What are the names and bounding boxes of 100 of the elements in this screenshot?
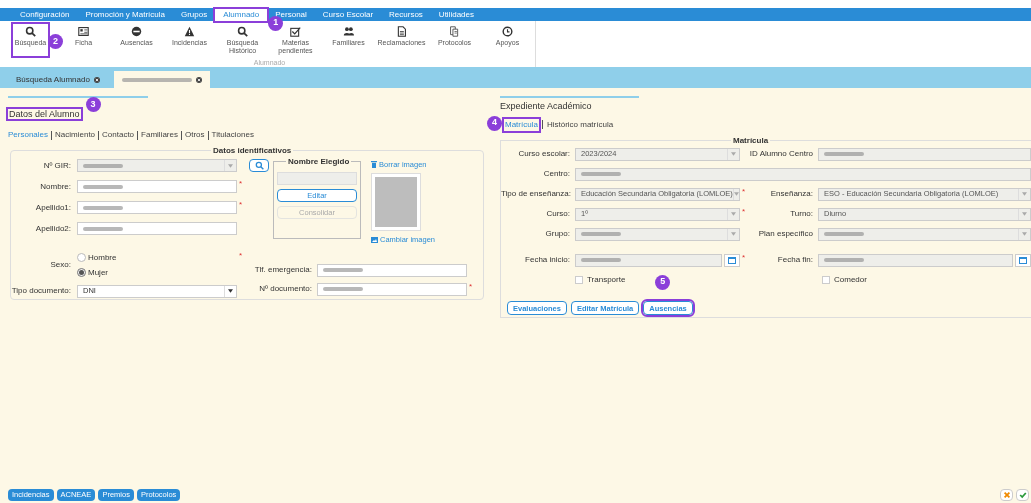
field-label: Enseñanza:: [769, 188, 814, 200]
callout-badge: 4: [487, 115, 502, 131]
search-icon: [25, 26, 36, 37]
checkbox-option[interactable]: Comedor: [822, 273, 867, 286]
sub-tab[interactable]: Contacto: [102, 129, 135, 141]
photo-placeholder: [371, 173, 421, 232]
blurred-value: [824, 232, 864, 236]
dropdown-arrow-icon: [727, 208, 739, 220]
field-label: ID Alumno Centro: [748, 148, 814, 160]
blurred-value: [581, 258, 621, 262]
dropdown-field[interactable]: [575, 227, 740, 241]
dropdown-arrow-icon: [1018, 188, 1030, 200]
dropdown-arrow-icon: [732, 188, 739, 200]
blurred-value: [83, 184, 123, 189]
required-mark: *: [238, 201, 244, 209]
input-field[interactable]: [818, 147, 1031, 161]
sub-tab[interactable]: Familiares: [141, 129, 178, 141]
field-label: Apellido1:: [34, 201, 72, 214]
dropdown-field[interactable]: [818, 227, 1031, 241]
field-label: Curso escolar:: [517, 148, 571, 160]
menu-item[interactable]: Configuración: [12, 8, 78, 21]
input-field[interactable]: [317, 282, 467, 296]
menu-item[interactable]: Curso Escolar: [314, 8, 382, 21]
field-label: Apellido2:: [34, 222, 72, 235]
sub-tab[interactable]: Histórico matrícula: [545, 118, 615, 131]
callout-badge: 5: [655, 274, 671, 290]
blurred-value: [323, 287, 363, 291]
close-icon[interactable]: [93, 76, 100, 83]
calendar-icon: [728, 256, 736, 264]
field-label: Curso:: [545, 208, 571, 220]
trash-icon: [371, 161, 377, 169]
field-label: Nº GIR:: [42, 159, 72, 172]
sub-tab[interactable]: Titulaciones: [211, 129, 254, 141]
search-icon: [237, 26, 248, 37]
blurred-value: [83, 226, 123, 231]
input-field[interactable]: [77, 222, 237, 235]
section-title: Expediente Académico: [500, 100, 593, 113]
callout-badge: 3: [85, 97, 101, 112]
menu-item[interactable]: Grupos: [172, 8, 216, 21]
radio-button[interactable]: [77, 268, 86, 277]
warning-icon: [184, 26, 195, 37]
required-mark: *: [741, 253, 747, 262]
menu-item[interactable]: Alumnado: [215, 8, 268, 21]
menu-item[interactable]: Promoción y Matrícula: [77, 8, 173, 21]
check-icon: [1018, 491, 1027, 499]
blurred-value: [824, 258, 864, 262]
required-mark: *: [741, 207, 747, 216]
checkbox-icon: [290, 26, 301, 37]
close-icon[interactable]: [195, 76, 202, 83]
document-icon: [396, 26, 407, 37]
blurred-value: [323, 268, 363, 272]
dropdown-arrow-icon: [224, 160, 236, 171]
calendar-button[interactable]: [724, 253, 740, 267]
field-label: Turno:: [789, 208, 814, 220]
input-field[interactable]: [77, 180, 237, 193]
no-entry-icon: [131, 26, 142, 37]
id-card-icon: [78, 26, 89, 37]
confirm-button[interactable]: [1016, 489, 1029, 501]
menu-item[interactable]: Utilidades: [430, 8, 482, 21]
section-title: Datos del Alumno: [8, 109, 81, 119]
radio-button[interactable]: [77, 253, 86, 262]
checkbox[interactable]: [575, 275, 583, 284]
field-label: Nº documento:: [258, 283, 313, 295]
field-label: Plan específico: [757, 228, 814, 240]
callout-badge: 2: [48, 34, 63, 49]
input-field[interactable]: [77, 201, 237, 214]
checkbox[interactable]: [822, 275, 830, 284]
date-field[interactable]: [818, 253, 1013, 267]
calendar-button[interactable]: [1015, 253, 1031, 267]
people-icon: [343, 26, 354, 37]
dropdown-arrow-icon: [727, 148, 739, 160]
field-label: Nombre:: [39, 180, 72, 193]
input-field[interactable]: [277, 172, 357, 185]
documents-icon: [449, 26, 460, 37]
blurred-value: [581, 172, 621, 176]
blurred-name: [121, 77, 192, 82]
panel-title: Nombre Elegido: [286, 156, 352, 168]
dropdown-arrow-icon: [727, 228, 739, 240]
calendar-icon: [1019, 256, 1027, 264]
radio-option[interactable]: Mujer: [77, 266, 237, 279]
field-label: Tlf. emergencia:: [253, 264, 313, 276]
blurred-value: [824, 152, 864, 156]
clock-icon: [502, 26, 513, 37]
radio-option[interactable]: Hombre: [77, 251, 237, 264]
cancel-button[interactable]: [1000, 489, 1013, 501]
sub-tab[interactable]: Otros: [185, 129, 205, 141]
input-field[interactable]: [575, 167, 1031, 181]
field-label: Centro:: [542, 168, 571, 180]
sub-tab[interactable]: Matrícula: [504, 118, 539, 131]
dropdown-arrow-icon: [1018, 228, 1030, 240]
image-icon: [371, 236, 378, 243]
sub-tab[interactable]: Nacimiento: [55, 129, 96, 141]
sub-tab[interactable]: Personales: [8, 129, 49, 141]
input-field[interactable]: [317, 263, 467, 277]
date-field[interactable]: [575, 253, 722, 267]
blurred-value: [581, 232, 621, 236]
search-button[interactable]: [249, 159, 269, 172]
document-tab[interactable]: Búsqueda Alumnado: [8, 71, 108, 88]
field-label: Tipo de enseñanza:: [501, 188, 572, 200]
menu-item[interactable]: Recursos: [381, 8, 431, 21]
